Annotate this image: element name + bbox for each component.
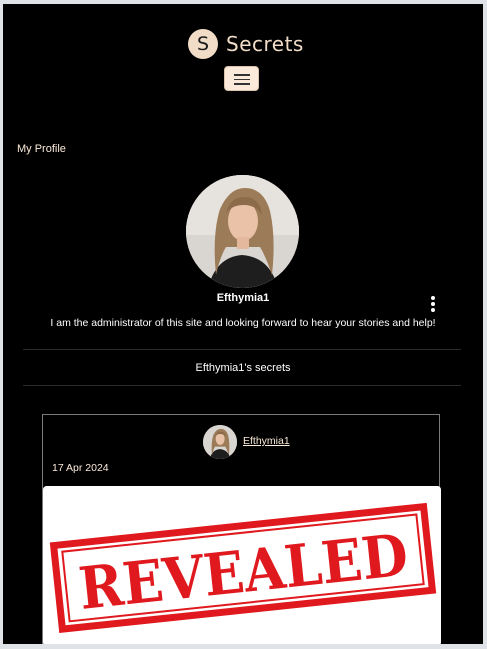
post-date: 17 Apr 2024: [52, 462, 109, 474]
divider: [23, 385, 461, 386]
hamburger-icon-line: [234, 78, 250, 80]
secret-post-card[interactable]: Efthymia1 17 Apr 2024 REVEALED: [42, 414, 441, 644]
author-avatar[interactable]: [203, 425, 237, 459]
hamburger-icon: [234, 74, 250, 76]
brand-logo[interactable]: S Secrets: [188, 28, 304, 60]
secrets-heading: Efthymia1's secrets: [195, 362, 291, 374]
avatar-photo: [186, 175, 299, 288]
brand-name: Secrets: [226, 32, 304, 56]
revealed-stamp-image: REVEALED: [43, 486, 441, 644]
section-label-my-profile: My Profile: [17, 143, 66, 155]
app-frame: S Secrets My Profile Efthymia1 I am the …: [3, 4, 483, 644]
post-image[interactable]: REVEALED: [43, 486, 441, 644]
author-link[interactable]: Efthymia1: [243, 435, 290, 447]
profile-username: Efthymia1: [216, 292, 270, 304]
navbar-toggle-button[interactable]: [224, 66, 259, 91]
brand-letter: S: [188, 29, 218, 59]
profile-avatar: [186, 175, 299, 288]
hamburger-icon-line: [234, 83, 250, 85]
divider: [23, 349, 461, 350]
profile-bio: I am the administrator of this site and …: [50, 317, 436, 329]
avatar-photo-small: [203, 425, 237, 459]
kebab-menu-icon[interactable]: [429, 296, 437, 316]
